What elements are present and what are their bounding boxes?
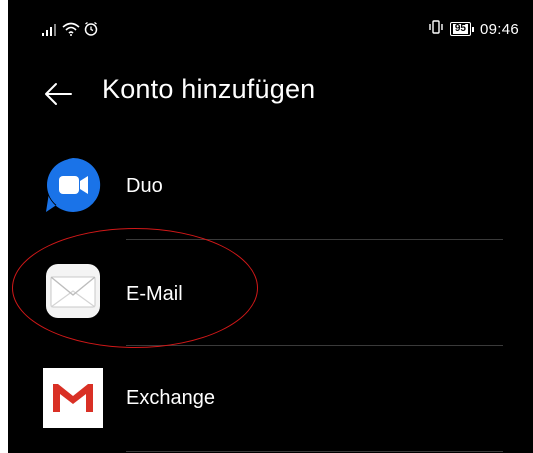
vibrate-icon bbox=[428, 20, 444, 38]
account-item-duo[interactable]: Duo bbox=[8, 134, 533, 238]
battery-icon: 95 bbox=[449, 22, 474, 36]
status-bar: 95 09:46 bbox=[8, 0, 533, 60]
account-item-exchange[interactable]: Exchange bbox=[8, 346, 533, 450]
wifi-icon bbox=[62, 22, 80, 41]
account-label: E-Mail bbox=[126, 283, 183, 305]
account-item-email[interactable]: E-Mail bbox=[8, 240, 533, 344]
header: Konto hinzufügen bbox=[8, 60, 533, 130]
status-time: 09:46 bbox=[479, 20, 519, 38]
screen: 95 09:46 Konto hinzufügen Duo E-Mail Exc… bbox=[8, 0, 533, 453]
status-left bbox=[42, 21, 98, 41]
battery-level: 95 bbox=[452, 23, 468, 34]
account-label: Duo bbox=[126, 175, 163, 197]
duo-icon bbox=[44, 156, 102, 214]
signal-icon bbox=[42, 23, 58, 41]
divider bbox=[126, 451, 503, 452]
alarm-icon bbox=[84, 21, 98, 41]
arrow-left-icon bbox=[45, 83, 72, 105]
status-right: 95 09:46 bbox=[428, 20, 519, 38]
account-label: Exchange bbox=[126, 387, 215, 409]
email-envelope-icon bbox=[44, 262, 102, 320]
gmail-icon bbox=[43, 368, 103, 428]
back-button[interactable] bbox=[40, 76, 76, 112]
page-title: Konto hinzufügen bbox=[102, 74, 316, 104]
